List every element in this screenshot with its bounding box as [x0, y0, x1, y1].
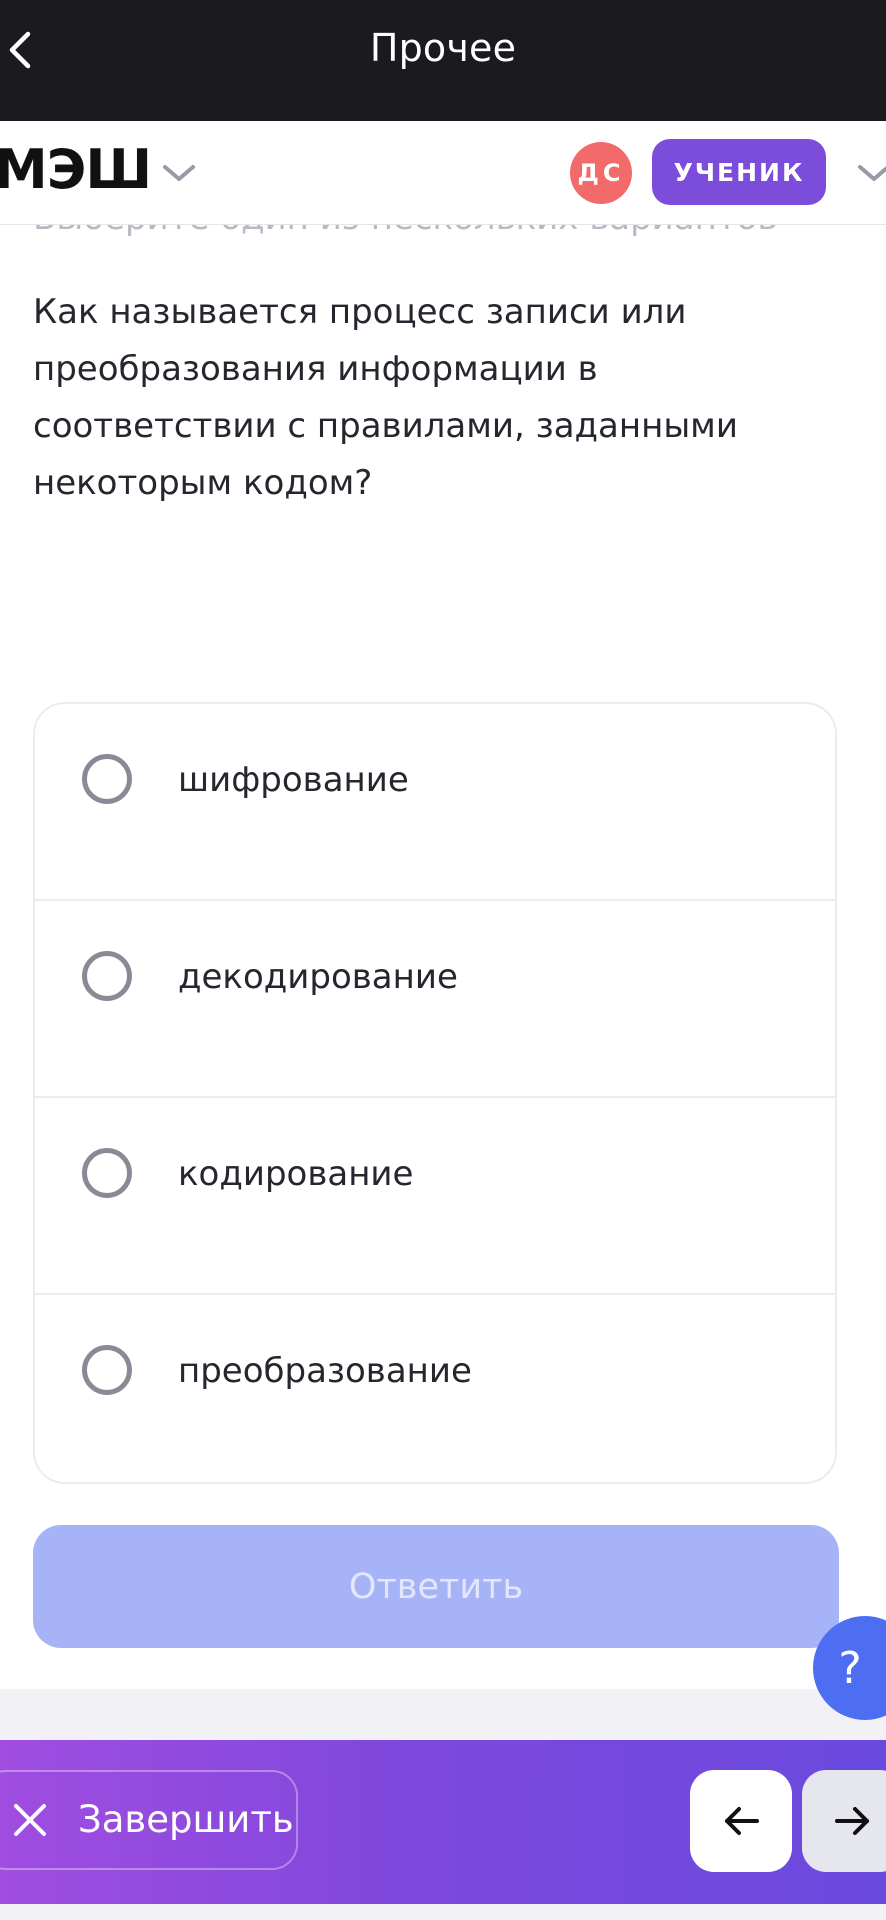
radio-button[interactable] [82, 1148, 132, 1198]
page-title: Прочее [369, 26, 517, 70]
answer-option-label: декодирование [178, 957, 458, 997]
role-badge[interactable]: УЧЕНИК [652, 139, 826, 205]
bottom-action-bar: Завершить [0, 1740, 886, 1904]
chevron-down-icon[interactable] [160, 161, 198, 185]
app-header: МЭШ ДС УЧЕНИК [0, 121, 886, 225]
arrow-left-icon [725, 1807, 759, 1835]
next-question-button[interactable] [802, 1770, 886, 1872]
submit-answer-button[interactable]: Ответить [33, 1525, 839, 1648]
answer-options: шифрование декодирование кодирование пре… [33, 702, 837, 1484]
answer-option-label: преобразование [178, 1351, 472, 1391]
task-card: Выберите один из нескольких вариантов Ка… [0, 198, 886, 1689]
top-navigation-bar: Прочее [0, 0, 886, 121]
bottom-safe-area [0, 1904, 886, 1920]
answer-option-label: шифрование [178, 760, 409, 800]
avatar[interactable]: ДС [570, 142, 632, 204]
close-icon [14, 1804, 46, 1836]
radio-button[interactable] [82, 1345, 132, 1395]
radio-button[interactable] [82, 754, 132, 804]
chevron-down-icon[interactable] [856, 161, 886, 185]
mesh-logo[interactable]: МЭШ [0, 143, 152, 197]
answer-option[interactable]: кодирование [35, 1098, 835, 1295]
arrow-right-icon [835, 1807, 869, 1835]
radio-button[interactable] [82, 951, 132, 1001]
answer-option-label: кодирование [178, 1154, 414, 1194]
answer-option[interactable]: декодирование [35, 901, 835, 1098]
finish-button-label: Завершить [78, 1798, 294, 1841]
question-text: Как называется процесс записи или преобр… [33, 292, 738, 503]
answer-option[interactable]: шифрование [35, 704, 835, 901]
finish-button[interactable]: Завершить [0, 1770, 298, 1870]
previous-question-button[interactable] [690, 1770, 792, 1872]
answer-option[interactable]: преобразование [35, 1295, 835, 1482]
